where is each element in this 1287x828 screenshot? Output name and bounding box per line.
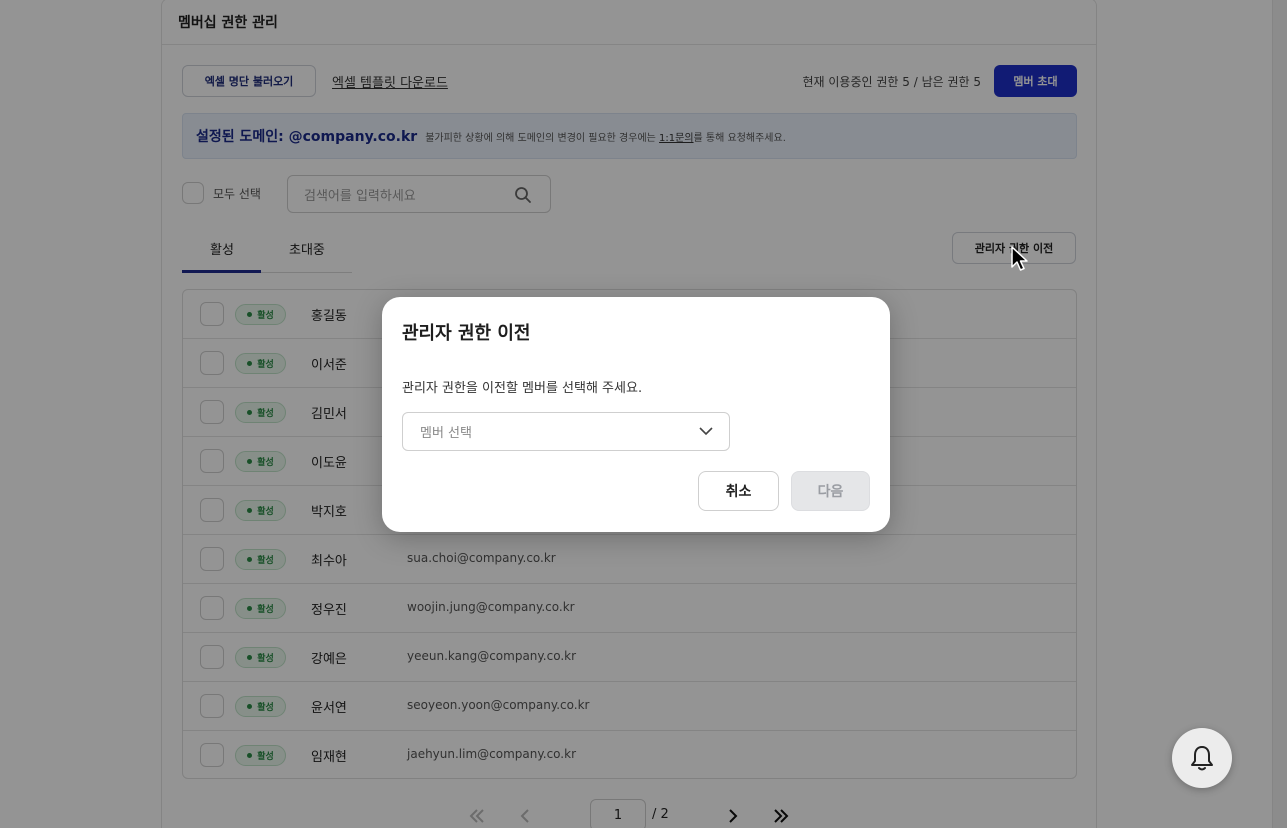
cancel-button[interactable]: 취소 bbox=[698, 471, 779, 511]
chevron-down-icon bbox=[699, 427, 713, 436]
member-select-dropdown[interactable]: 멤버 선택 bbox=[402, 412, 730, 451]
modal-title: 관리자 권한 이전 bbox=[402, 323, 531, 344]
bell-icon bbox=[1191, 746, 1213, 771]
modal-description: 관리자 권한을 이전할 멤버를 선택해 주세요. bbox=[402, 381, 643, 396]
member-select-placeholder: 멤버 선택 bbox=[420, 426, 472, 441]
mouse-cursor-icon bbox=[1011, 246, 1028, 271]
notification-button[interactable] bbox=[1172, 728, 1232, 788]
next-button[interactable]: 다음 bbox=[791, 471, 870, 511]
transfer-admin-modal: 관리자 권한 이전 관리자 권한을 이전할 멤버를 선택해 주세요. 멤버 선택… bbox=[382, 297, 890, 532]
